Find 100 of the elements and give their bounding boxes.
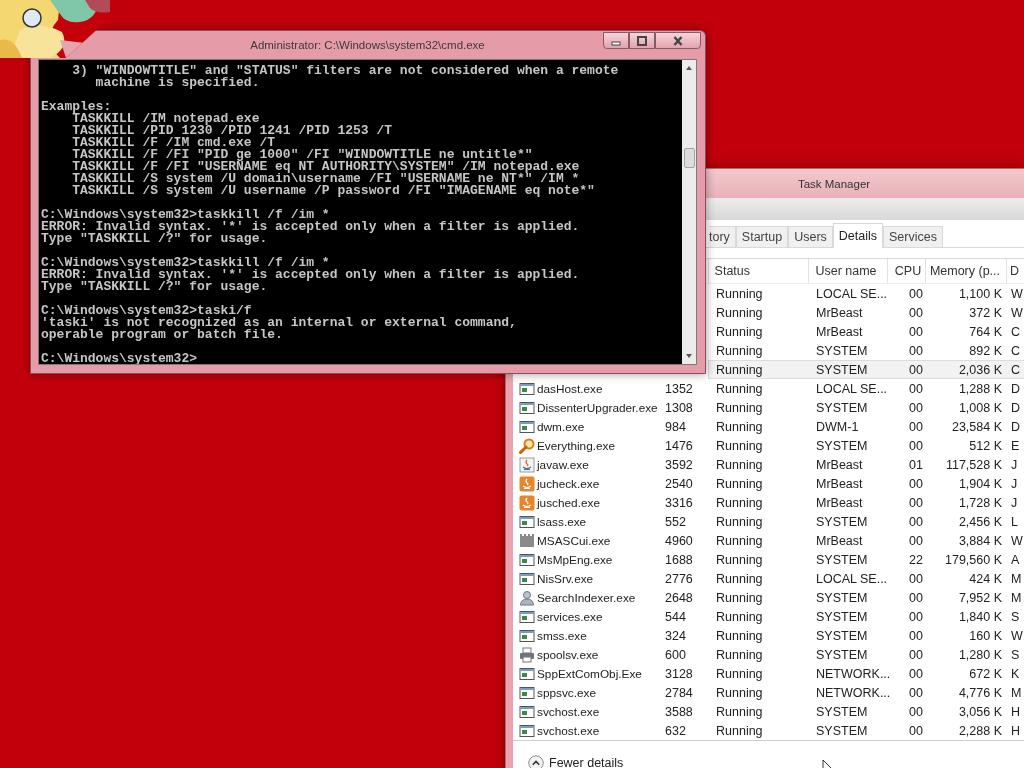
table-cell: 00 bbox=[909, 495, 923, 510]
tab[interactable]: Services bbox=[883, 226, 943, 247]
process-row[interactable]: services.exe 544 Running SYSTEM 00 1,840 K S bbox=[513, 607, 1024, 626]
table-cell: 2784 bbox=[665, 685, 693, 700]
process-row[interactable]: dwm.exe 984 Running DWM-1 00 23,584 K D bbox=[513, 417, 1024, 436]
table-cell: 1,904 K bbox=[958, 476, 1002, 491]
column-header[interactable]: D bbox=[1006, 259, 1024, 283]
table-cell: 00 bbox=[909, 685, 923, 700]
scroll-up-icon[interactable] bbox=[684, 64, 694, 72]
table-cell: DissenterUpgrader.exe bbox=[537, 400, 658, 415]
person-icon bbox=[519, 589, 535, 606]
table-cell: SYSTEM bbox=[816, 628, 868, 643]
table-cell: Running bbox=[716, 343, 763, 358]
table-cell: MrBeast bbox=[816, 476, 863, 491]
app-window-icon bbox=[519, 608, 535, 625]
process-row[interactable]: jusched.exe 3316 Running MrBeast 00 1,728 K J bbox=[513, 493, 1024, 512]
table-cell: NETWORK... bbox=[816, 666, 891, 681]
process-row[interactable]: Running SYSTEM 00 2,036 K C bbox=[708, 360, 1024, 379]
process-row[interactable]: SppExtComObj.Exe 3128 Running NETWORK... 00 672 K K bbox=[513, 664, 1024, 683]
scrollbar-thumb[interactable] bbox=[683, 148, 695, 168]
table-cell: LOCAL SE... bbox=[816, 286, 888, 301]
table-cell: SearchIndexer.exe bbox=[537, 590, 636, 605]
tab[interactable]: Startup bbox=[735, 226, 789, 247]
process-row[interactable]: Running SYSTEM 00 892 K C bbox=[708, 341, 1024, 360]
process-row[interactable]: MSASCui.exe 4960 Running MrBeast 00 3,884 K W bbox=[513, 531, 1024, 550]
table-cell: SYSTEM bbox=[816, 514, 868, 529]
maximize-button[interactable] bbox=[629, 32, 655, 49]
table-cell: SYSTEM bbox=[816, 647, 868, 662]
table-cell: NETWORK... bbox=[816, 685, 891, 700]
console-line: TASKKILL /F /FI "USERNAME eq NT AUTHORITY\SYSTEM" /IM notepad.exe bbox=[71, 161, 581, 173]
table-cell: K bbox=[1011, 666, 1020, 681]
table-cell: 1,100 K bbox=[958, 286, 1002, 301]
table-cell: Running bbox=[716, 590, 763, 605]
table-cell: 2648 bbox=[665, 590, 693, 605]
console-line: operable program or batch file. bbox=[41, 329, 284, 341]
table-cell: 00 bbox=[909, 571, 923, 586]
table-cell: 00 bbox=[909, 381, 923, 396]
column-header[interactable]: CPU bbox=[887, 259, 926, 283]
table-cell: 00 bbox=[909, 628, 923, 643]
process-row[interactable]: spoolsv.exe 600 Running SYSTEM 00 1,280 K S bbox=[513, 645, 1024, 664]
tab[interactable]: tory bbox=[709, 226, 736, 247]
app-window-icon bbox=[519, 418, 535, 435]
table-cell: 372 K bbox=[969, 305, 1002, 320]
table-cell: 1,008 K bbox=[958, 400, 1002, 415]
process-row[interactable]: Running MrBeast 00 764 K C bbox=[708, 322, 1024, 341]
table-cell: 117,528 K bbox=[945, 457, 1002, 472]
app-window-icon bbox=[519, 513, 535, 530]
table-cell: Running bbox=[716, 647, 763, 662]
minimize-button[interactable] bbox=[603, 32, 629, 49]
process-row[interactable]: svchost.exe 3588 Running SYSTEM 00 3,056 K H bbox=[513, 702, 1024, 721]
column-header[interactable]: Status bbox=[707, 259, 809, 283]
process-row[interactable]: smss.exe 324 Running SYSTEM 00 160 K W bbox=[513, 626, 1024, 645]
process-row[interactable]: javaw.exe 3592 Running MrBeast 01 117,528 K J bbox=[513, 455, 1024, 474]
table-cell: 01 bbox=[909, 457, 923, 472]
process-row[interactable]: Everything.exe 1476 Running SYSTEM 00 512 K E bbox=[513, 436, 1024, 455]
console-line: C:\Windows\system32>taskkill /f /im * bbox=[41, 209, 330, 221]
process-row[interactable]: SearchIndexer.exe 2648 Running SYSTEM 00 7,952 K M bbox=[513, 588, 1024, 607]
app-window-icon bbox=[519, 380, 535, 397]
scrollbar[interactable] bbox=[682, 60, 696, 364]
process-row[interactable]: lsass.exe 552 Running SYSTEM 00 2,456 K L bbox=[513, 512, 1024, 531]
cup-tile-icon bbox=[519, 494, 535, 511]
tab[interactable]: Users bbox=[788, 226, 833, 247]
process-row[interactable]: dasHost.exe 1352 Running LOCAL SE... 00 1,288 K D bbox=[513, 379, 1024, 398]
console-line: 3) "WINDOWTITLE" and "STATUS" filters are not considered when a remote bbox=[71, 65, 620, 77]
process-row[interactable]: jucheck.exe 2540 Running MrBeast 00 1,904 K J bbox=[513, 474, 1024, 493]
table-cell: SYSTEM bbox=[816, 438, 868, 453]
table-cell: SppExtComObj.Exe bbox=[537, 666, 642, 681]
table-cell: 7,952 K bbox=[958, 590, 1002, 605]
close-button[interactable] bbox=[655, 32, 701, 49]
process-row[interactable]: NisSrv.exe 2776 Running LOCAL SE... 00 424 K M bbox=[513, 569, 1024, 588]
table-cell: 00 bbox=[909, 400, 923, 415]
fewer-details-button[interactable]: Fewer details bbox=[547, 756, 626, 768]
process-row[interactable]: Running MrBeast 00 372 K W bbox=[708, 303, 1024, 322]
collapse-icon[interactable] bbox=[528, 755, 544, 768]
table-cell: dasHost.exe bbox=[537, 381, 603, 396]
table-cell: 00 bbox=[909, 324, 923, 339]
table-cell: J bbox=[1011, 457, 1018, 472]
column-header[interactable]: Memory (p... bbox=[925, 259, 1007, 283]
process-row[interactable]: MsMpEng.exe 1688 Running SYSTEM 22 179,560 K A bbox=[513, 550, 1024, 569]
table-cell: 00 bbox=[909, 305, 923, 320]
table-cell: 600 bbox=[665, 647, 686, 662]
console-line: C:\Windows\system32>taskkill /f /im * bbox=[41, 257, 330, 269]
table-cell: 2,036 K bbox=[958, 362, 1002, 377]
table-cell: dwm.exe bbox=[537, 419, 585, 434]
tab[interactable]: Details bbox=[832, 223, 884, 248]
table-cell: 3,056 K bbox=[958, 704, 1002, 719]
process-row[interactable]: Running LOCAL SE... 00 1,100 K W bbox=[708, 284, 1024, 303]
scroll-down-icon[interactable] bbox=[684, 352, 694, 360]
table-cell: SYSTEM bbox=[816, 400, 868, 415]
table-cell: 552 bbox=[665, 514, 686, 529]
table-cell: M bbox=[1011, 571, 1022, 586]
process-row[interactable]: DissenterUpgrader.exe 1308 Running SYSTEM 00 1,008 K D bbox=[513, 398, 1024, 417]
app-window-icon bbox=[519, 665, 535, 682]
table-cell: C bbox=[1011, 343, 1021, 358]
process-row[interactable]: svchost.exe 632 Running SYSTEM 00 2,288 K H bbox=[513, 721, 1024, 740]
process-row[interactable]: sppsvc.exe 2784 Running NETWORK... 00 4,776 K M bbox=[513, 683, 1024, 702]
console-line: C:\Windows\system32>taski/f bbox=[41, 305, 253, 317]
console-line: C:\Windows\system32> bbox=[41, 353, 199, 364]
column-header[interactable]: User name bbox=[808, 259, 888, 283]
table-cell: 00 bbox=[909, 723, 923, 738]
